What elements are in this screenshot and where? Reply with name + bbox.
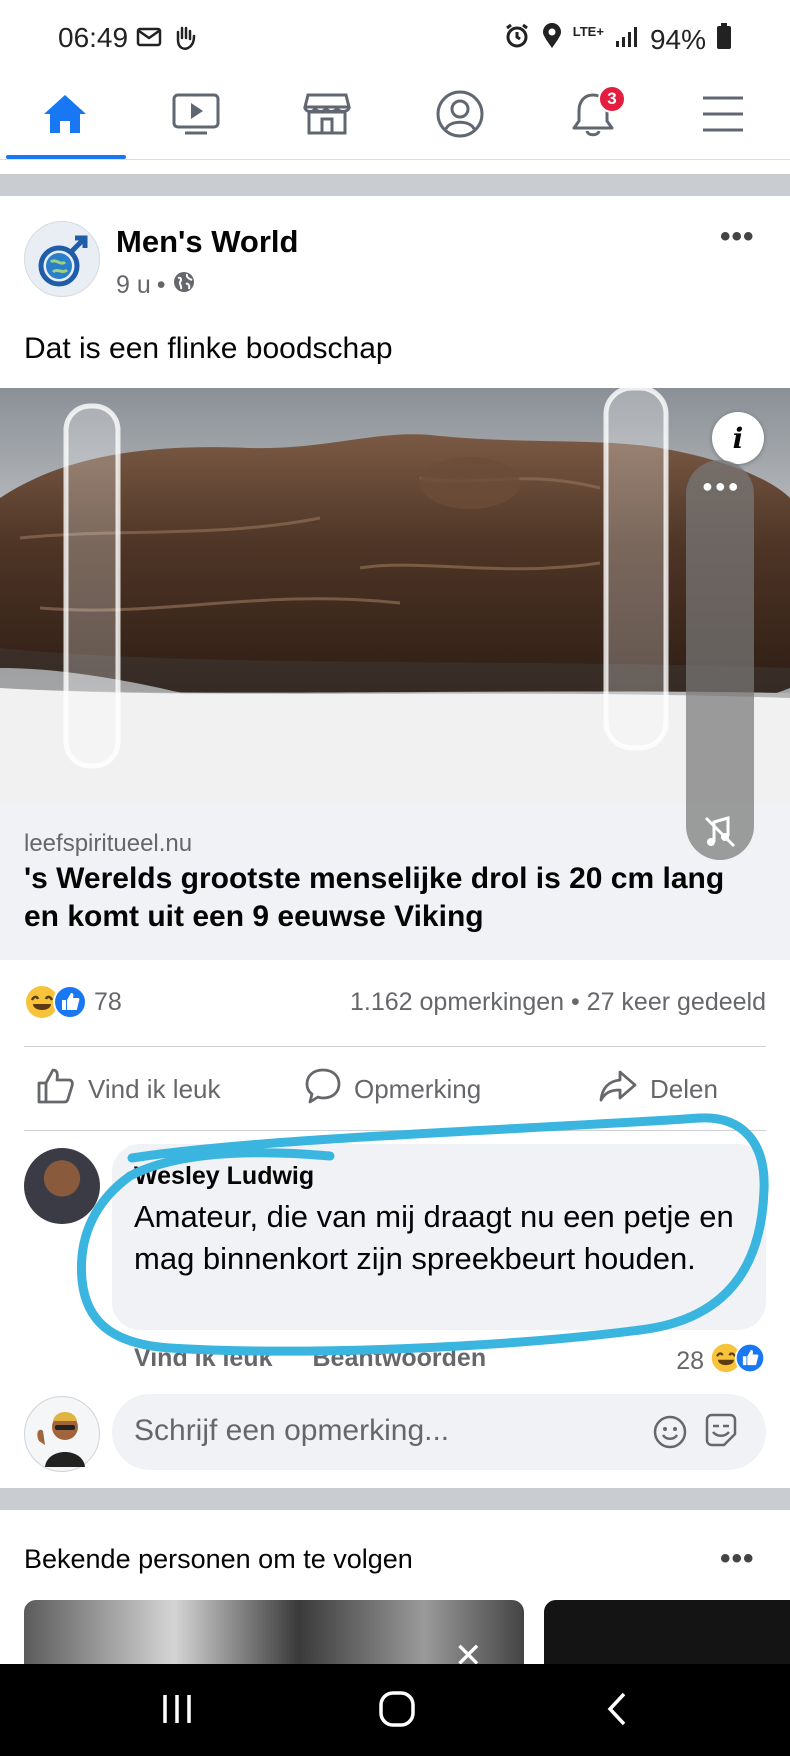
- divider: [24, 1046, 766, 1047]
- marketplace-icon: [302, 91, 352, 142]
- battery-percent: 94%: [649, 23, 706, 55]
- divider: [24, 1130, 766, 1131]
- page-avatar[interactable]: [24, 221, 100, 297]
- comment-reactions[interactable]: 28: [676, 1342, 766, 1381]
- panel-more-icon[interactable]: ●●●: [702, 476, 741, 497]
- share-button[interactable]: Delen: [598, 1066, 718, 1112]
- comment-button[interactable]: Opmerking: [304, 1066, 481, 1112]
- post-time[interactable]: 9 u: [116, 271, 151, 300]
- section-separator: [0, 174, 790, 196]
- tab-notifications[interactable]: [538, 72, 648, 160]
- suggestions-options-button[interactable]: •••: [720, 1542, 755, 1576]
- comment-author[interactable]: Wesley Ludwig: [134, 1162, 314, 1191]
- comment-reaction-count: 28: [676, 1347, 704, 1375]
- commenter-avatar[interactable]: [24, 1148, 100, 1224]
- like-label: Vind ik leuk: [88, 1073, 221, 1104]
- top-navigation: [0, 72, 790, 160]
- mail-icon: [136, 26, 164, 55]
- profile-icon: [435, 89, 485, 144]
- video-icon: [171, 91, 221, 142]
- post-image[interactable]: [0, 388, 790, 803]
- reaction-count[interactable]: 78: [94, 988, 122, 1017]
- reactions-row[interactable]: 78 1.162 opmerkingen • 27 keer gedeeld: [24, 978, 766, 1028]
- post-meta: 9 u •: [116, 270, 196, 301]
- link-title[interactable]: 's Werelds grootste menselijke drol is 2…: [24, 860, 764, 936]
- thumbs-up-icon: [36, 1067, 76, 1112]
- status-bar: 06:49 LTE+ 94%: [0, 0, 790, 72]
- system-navigation-bar: [0, 1664, 790, 1756]
- like-reaction-icon: [734, 1342, 766, 1381]
- section-separator: [0, 1488, 790, 1510]
- alarm-icon: [503, 22, 531, 57]
- post-options-button[interactable]: •••: [720, 220, 755, 254]
- comment-label: Opmerking: [354, 1073, 482, 1104]
- tab-home[interactable]: [10, 72, 120, 160]
- network-label: LTE+: [572, 24, 604, 39]
- my-avatar[interactable]: [24, 1396, 100, 1472]
- status-right: LTE+ 94%: [503, 22, 732, 57]
- post-stats[interactable]: 1.162 opmerkingen • 27 keer gedeeld: [350, 988, 766, 1017]
- home-nav-icon[interactable]: [378, 1690, 416, 1733]
- comment-icon: [304, 1067, 342, 1112]
- recent-apps-icon[interactable]: [160, 1692, 194, 1731]
- post-photo: [0, 388, 790, 803]
- location-icon: [541, 22, 563, 57]
- notification-badge: 3: [598, 85, 626, 113]
- info-button[interactable]: i: [712, 412, 764, 464]
- like-button[interactable]: Vind ik leuk: [36, 1066, 221, 1112]
- back-icon[interactable]: [604, 1690, 630, 1733]
- comment-reply-button[interactable]: Beantwoorden: [312, 1344, 486, 1373]
- comment-like-button[interactable]: Vind ik leuk: [134, 1344, 272, 1373]
- comment-actions: Vind ik leuk Beantwoorden: [134, 1344, 486, 1373]
- tab-video[interactable]: [141, 72, 251, 160]
- tab-menu[interactable]: [668, 72, 778, 160]
- status-time: 06:49: [58, 22, 129, 53]
- home-icon: [41, 92, 89, 141]
- signal-icon: [614, 24, 640, 56]
- floating-panel[interactable]: ●●●: [686, 460, 754, 860]
- active-tab-indicator: [6, 155, 126, 159]
- suggestions-title: Bekende personen om te volgen: [24, 1544, 413, 1574]
- sticker-icon[interactable]: [702, 1412, 740, 1455]
- post-text: Dat is een flinke boodschap: [24, 332, 393, 365]
- page-name[interactable]: Men's World: [116, 224, 298, 260]
- tab-profile[interactable]: [405, 72, 515, 160]
- hand-icon: [172, 24, 198, 57]
- share-label: Delen: [650, 1073, 718, 1104]
- comment-input-placeholder[interactable]: Schrijf een opmerking...: [134, 1414, 449, 1448]
- emoji-icon[interactable]: [652, 1414, 688, 1455]
- battery-icon: [716, 22, 732, 57]
- link-domain[interactable]: leefspiritueel.nu: [24, 830, 192, 858]
- comment-text: Amateur, die van mij draagt nu een petje…: [134, 1199, 734, 1276]
- meta-dot: •: [156, 271, 166, 299]
- share-icon: [598, 1069, 638, 1110]
- like-reaction-icon: [52, 984, 88, 1025]
- screen: 06:49 LTE+ 94% 3 Men's World 9 u • ••• D…: [0, 0, 790, 1756]
- suggestion-card[interactable]: ✕: [24, 1600, 524, 1670]
- mute-icon[interactable]: [700, 812, 740, 857]
- globe-icon: [172, 270, 196, 301]
- tab-marketplace[interactable]: [272, 72, 382, 160]
- menu-icon: [701, 94, 745, 139]
- suggestion-card[interactable]: [544, 1600, 790, 1670]
